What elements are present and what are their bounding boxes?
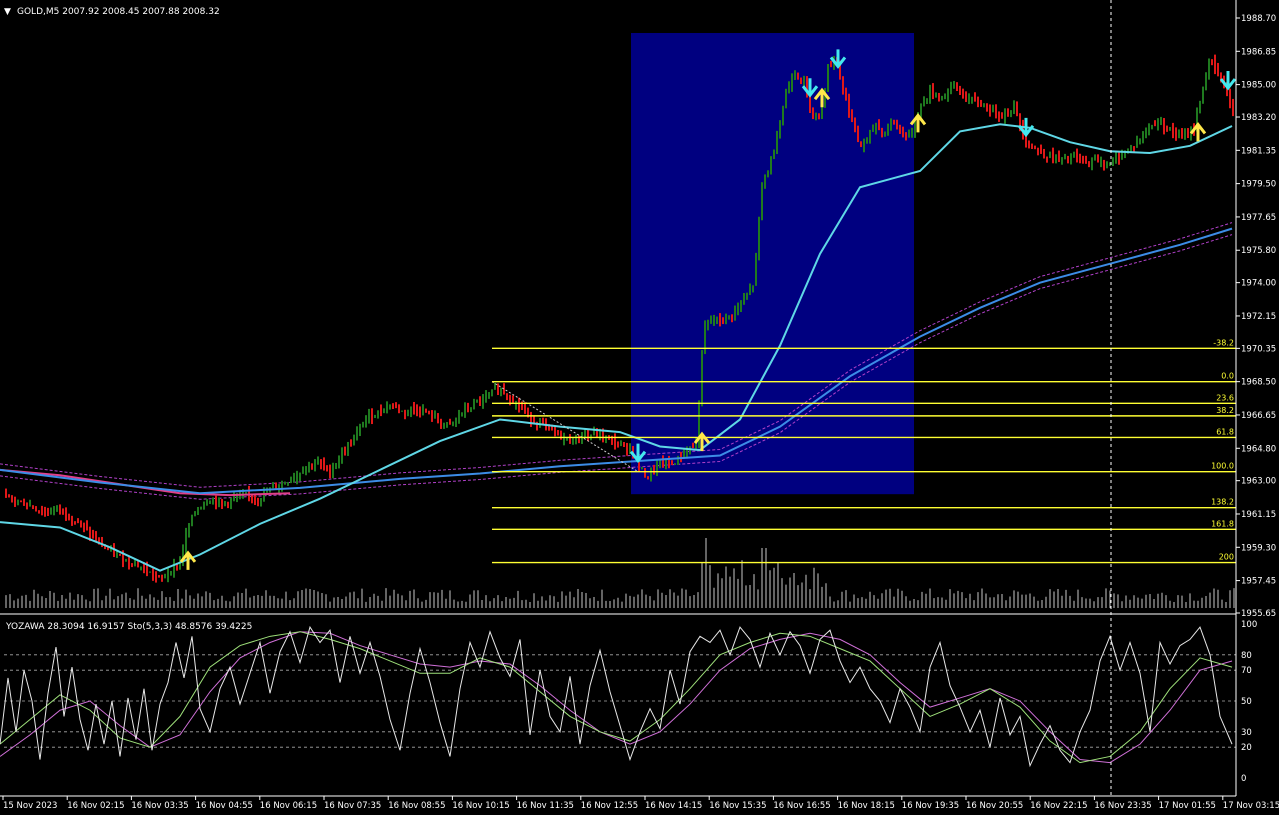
time-tick-label: 16 Nov 03:35 xyxy=(131,801,188,811)
highlight-zone-layer xyxy=(631,33,914,495)
fib-level-label: 100.0 xyxy=(1211,462,1234,471)
time-tick-label: 16 Nov 18:15 xyxy=(838,801,895,811)
fib-level-label: 161.8 xyxy=(1211,519,1234,528)
fib-level-label: 38.2 xyxy=(1216,406,1234,415)
oscillator-tick-label: 100 xyxy=(1241,620,1257,630)
oscillator-tick-label: 70 xyxy=(1241,666,1252,676)
menu-triangle-icon[interactable]: ▼ xyxy=(4,7,11,17)
price-tick-label: 1975.80 xyxy=(1241,246,1276,256)
oscillator-tick-label: 30 xyxy=(1241,728,1252,738)
time-tick-label: 16 Nov 19:35 xyxy=(902,801,959,811)
time-tick-label: 16 Nov 23:35 xyxy=(1094,801,1151,811)
fib-level-label: 23.6 xyxy=(1216,393,1234,402)
time-tick-label: 16 Nov 06:15 xyxy=(260,801,317,811)
price-tick-label: 1963.00 xyxy=(1241,477,1276,487)
time-tick-label: 16 Nov 15:35 xyxy=(709,801,766,811)
price-tick-label: 1970.35 xyxy=(1241,344,1276,354)
price-tick-label: 1979.50 xyxy=(1241,180,1276,190)
price-tick-label: 1966.65 xyxy=(1241,411,1276,421)
oscillator-tick-label: 80 xyxy=(1241,651,1252,661)
price-tick-label: 1974.00 xyxy=(1241,279,1276,289)
highlight-zone-rect xyxy=(631,33,914,495)
fib-level-label: 138.2 xyxy=(1211,498,1234,507)
oscillator-tick-label: 0 xyxy=(1241,774,1246,784)
oscillator-tick-label: 20 xyxy=(1241,743,1252,753)
fib-level-label: 200 xyxy=(1219,553,1234,562)
price-tick-label: 1959.30 xyxy=(1241,543,1276,553)
time-tick-label: 16 Nov 07:35 xyxy=(324,801,381,811)
fib-level-label: 0.0 xyxy=(1221,372,1234,381)
time-tick-label: 16 Nov 08:55 xyxy=(388,801,445,811)
price-tick-label: 1961.15 xyxy=(1241,510,1276,520)
time-tick-label: 16 Nov 11:35 xyxy=(517,801,574,811)
time-tick-label: 17 Nov 03:15 xyxy=(1223,801,1279,811)
price-tick-label: 1955.65 xyxy=(1241,609,1276,619)
time-tick-label: 17 Nov 01:55 xyxy=(1159,801,1216,811)
time-tick-label: 16 Nov 14:15 xyxy=(645,801,702,811)
fib-level-label: -38.2 xyxy=(1213,338,1234,347)
time-tick-label: 16 Nov 04:55 xyxy=(196,801,253,811)
time-tick-label: 16 Nov 12:55 xyxy=(581,801,638,811)
price-tick-label: 1972.15 xyxy=(1241,312,1276,322)
price-tick-label: 1988.70 xyxy=(1241,14,1276,24)
time-tick-label: 16 Nov 22:15 xyxy=(1030,801,1087,811)
indicator-info: YOZAWA 28.3094 16.9157 Sto(5,3,3) 48.857… xyxy=(5,622,252,632)
time-tick-label: 15 Nov 2023 xyxy=(3,801,57,811)
time-tick-label: 16 Nov 16:55 xyxy=(773,801,830,811)
fib-level-label: 61.8 xyxy=(1216,427,1234,436)
price-tick-label: 1977.65 xyxy=(1241,213,1276,223)
symbol-info: GOLD,M5 2007.92 2008.45 2007.88 2008.32 xyxy=(17,7,220,17)
price-tick-label: 1983.20 xyxy=(1241,113,1276,123)
price-tick-label: 1986.85 xyxy=(1241,47,1276,57)
price-tick-label: 1981.35 xyxy=(1241,146,1276,156)
trading-chart[interactable]: -38.20.023.638.261.8100.0138.2161.8200 1… xyxy=(0,0,1279,815)
price-tick-label: 1968.50 xyxy=(1241,378,1276,388)
price-tick-label: 1964.80 xyxy=(1241,444,1276,454)
time-tick-label: 16 Nov 20:55 xyxy=(966,801,1023,811)
time-tick-label: 16 Nov 10:15 xyxy=(452,801,509,811)
price-tick-label: 1957.45 xyxy=(1241,577,1276,587)
price-tick-label: 1985.00 xyxy=(1241,81,1276,91)
oscillator-tick-label: 50 xyxy=(1241,697,1252,707)
time-tick-label: 16 Nov 02:15 xyxy=(67,801,124,811)
